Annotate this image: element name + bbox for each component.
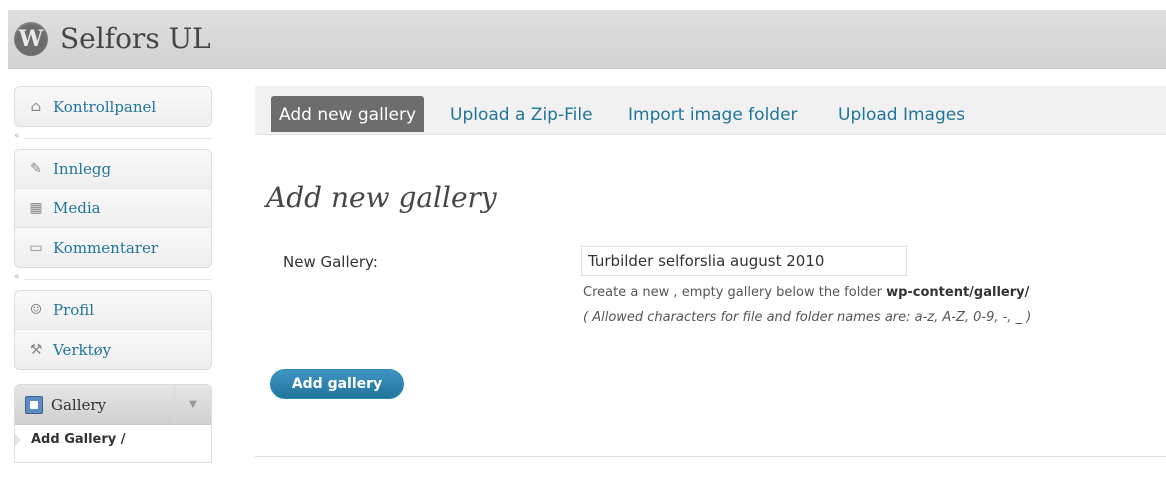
sidebar-item-tools[interactable]: ⚒ Verktøy — [15, 330, 211, 369]
menu-group-content: ✎ Innlegg ▦ Media ▭ Kommentarer — [14, 149, 212, 268]
sidebar-item-label: Gallery — [51, 395, 107, 414]
home-icon: ⌂ — [30, 98, 42, 115]
menu-group-users: ☺ Profil ⚒ Verktøy — [14, 290, 212, 370]
sidebar-item-label: Media — [53, 199, 101, 217]
sidebar-item-label: Kommentarer — [53, 238, 159, 257]
sidebar-item-posts[interactable]: ✎ Innlegg — [15, 150, 211, 189]
admin-header: W Selfors UL — [8, 10, 1166, 69]
submenu-item-label: Add Gallery / — [31, 432, 126, 447]
new-gallery-input[interactable] — [581, 246, 907, 276]
sidebar-item-label: Verktøy — [53, 340, 112, 359]
sidebar-item-comments[interactable]: ▭ Kommentarer — [15, 228, 211, 267]
tab-add-new-gallery[interactable]: Add new gallery — [271, 96, 425, 132]
collapse-icon: « — [14, 131, 20, 141]
site-title[interactable]: Selfors UL — [60, 22, 211, 55]
hint-path: wp-content/gallery/ — [886, 285, 1030, 300]
hint-text: Create a new , empty gallery below the f… — [583, 285, 887, 300]
pin-icon: ✎ — [30, 161, 42, 177]
sidebar-item-label: Innlegg — [53, 160, 112, 178]
menu-group-dashboard: ⌂ Kontrollpanel — [14, 86, 212, 127]
menu-separator[interactable]: « — [14, 127, 212, 149]
current-arrow-icon — [15, 434, 21, 446]
tools-icon: ⚒ — [29, 341, 43, 358]
allowed-characters-hint: ( Allowed characters for file and folder… — [583, 310, 1032, 325]
comment-icon: ▭ — [29, 239, 43, 256]
users-icon: ☺ — [29, 302, 43, 318]
chevron-down-icon[interactable]: ▼ — [174, 385, 211, 424]
media-icon: ▦ — [29, 200, 43, 216]
tab-upload-zip[interactable]: Upload a Zip-File — [450, 96, 593, 132]
tab-upload-images[interactable]: Upload Images — [838, 96, 965, 132]
main-content: Add new gallery Upload a Zip-File Import… — [255, 86, 1166, 457]
sidebar-item-dashboard[interactable]: ⌂ Kontrollpanel — [15, 87, 211, 126]
tab-bar: Add new gallery Upload a Zip-File Import… — [255, 86, 1166, 135]
sidebar-item-label: Profil — [53, 301, 95, 319]
sidebar-item-profile[interactable]: ☺ Profil — [15, 291, 211, 330]
logo-glyph: W — [18, 26, 44, 52]
tab-import-folder[interactable]: Import image folder — [628, 96, 798, 132]
add-gallery-button[interactable]: Add gallery — [270, 369, 404, 399]
sidebar-item-gallery[interactable]: Gallery ▼ — [15, 385, 211, 425]
menu-group-gallery: Gallery ▼ Add Gallery / — [14, 384, 212, 463]
menu-separator[interactable]: « — [14, 268, 212, 290]
admin-sidebar: ⌂ Kontrollpanel « ✎ Innlegg ▦ Media ▭ Ko… — [14, 86, 212, 463]
submenu-item-add-gallery[interactable]: Add Gallery / — [15, 425, 211, 462]
folder-hint: Create a new , empty gallery below the f… — [583, 285, 1029, 300]
wordpress-logo-icon[interactable]: W — [14, 22, 48, 56]
sidebar-item-media[interactable]: ▦ Media — [15, 189, 211, 228]
sidebar-item-label: Kontrollpanel — [53, 97, 157, 116]
new-gallery-label: New Gallery: — [283, 253, 378, 271]
page-title: Add new gallery — [266, 181, 497, 214]
collapse-icon: « — [14, 272, 20, 282]
gallery-icon — [25, 395, 43, 414]
